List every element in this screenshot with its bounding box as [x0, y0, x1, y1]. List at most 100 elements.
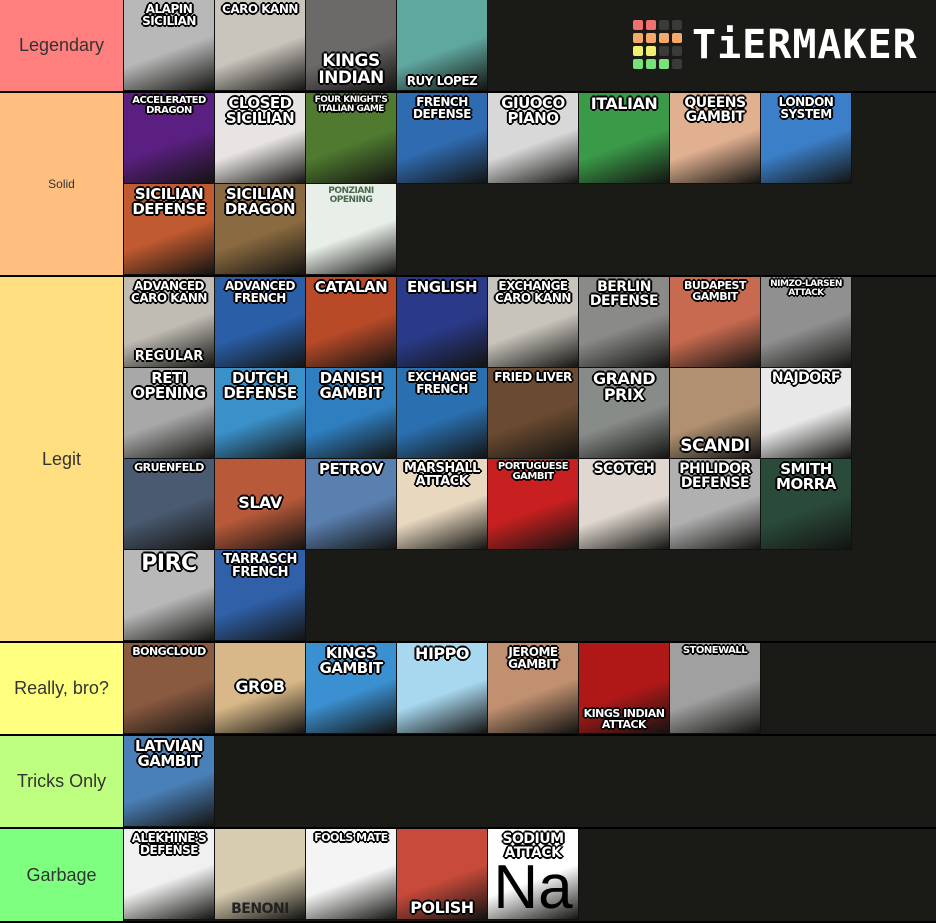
tier-item[interactable]: PHILIDOR DEFENSE [670, 459, 761, 550]
tier-item[interactable]: STONEWALL [670, 643, 761, 734]
tier-label[interactable]: Solid [0, 93, 124, 275]
tier-label[interactable]: Tricks Only [0, 736, 124, 827]
item-caption: SICILIAN DRAGON [224, 185, 296, 218]
tier-item[interactable]: EXCHANGE FRENCH [397, 368, 488, 459]
tier-item[interactable]: ALEKHINE'S DEFENSE [124, 829, 215, 920]
tier-item[interactable]: ADVANCED CARO KANN REGULAR [124, 277, 215, 368]
tier-item[interactable]: QUEENS GAMBIT [670, 93, 761, 184]
item-caption: CATALAN [314, 278, 388, 296]
logo-square [672, 59, 682, 69]
tier-row: Legit ADVANCED CARO KANN REGULAR ADVANCED F… [0, 277, 936, 643]
tier-item[interactable]: SMITH MORRA [761, 459, 852, 550]
logo-grid-icon [633, 20, 682, 69]
item-caption: TARRASCH FRENCH [223, 552, 297, 580]
item-caption: QUEENS GAMBIT [684, 95, 746, 125]
logo-square [659, 33, 669, 43]
tier-item[interactable]: CARO KANN [215, 0, 306, 91]
tier-item[interactable]: SCANDI [670, 368, 761, 459]
item-caption: FOUR KNIGHT'S ITALIAN GAME [314, 95, 388, 114]
tier-item[interactable]: MARSHALL ATTACK [397, 459, 488, 550]
tier-item[interactable]: BONGCLOUD [124, 643, 215, 734]
tier-item[interactable]: GROB [215, 643, 306, 734]
item-caption: PONZIANI OPENING [328, 186, 374, 205]
tier-item[interactable]: SICILIAN DEFENSE [124, 184, 215, 275]
tier-item[interactable]: FRIED LIVER [488, 368, 579, 459]
tier-item[interactable]: HIPPO [397, 643, 488, 734]
item-caption: EXCHANGE FRENCH [407, 370, 477, 396]
logo-square [672, 20, 682, 30]
tier-item[interactable]: TARRASCH FRENCH [215, 550, 306, 641]
item-caption: SMITH MORRA [776, 460, 836, 493]
logo-square [659, 46, 669, 56]
tier-item[interactable]: ITALIAN [579, 93, 670, 184]
tier-item[interactable]: ADVANCED FRENCH [215, 277, 306, 368]
tier-item[interactable]: POLISH [397, 829, 488, 920]
tier-row: Solid ACCELERATED DRAGON CLOSED SICILIAN FO… [0, 93, 936, 277]
tier-item[interactable]: KINGS INDIAN [306, 0, 397, 91]
tier-item[interactable]: GIUOCO PIANO [488, 93, 579, 184]
tier-item[interactable]: BERLIN DEFENSE [579, 277, 670, 368]
tier-item[interactable]: EXCHANGE CARO KANN [488, 277, 579, 368]
tier-label[interactable]: Legit [0, 277, 124, 641]
tier-item[interactable]: CATALAN [306, 277, 397, 368]
item-caption: PHILIDOR DEFENSE [679, 461, 751, 491]
tier-item[interactable]: PETROV [306, 459, 397, 550]
tier-label[interactable]: Garbage [0, 829, 124, 921]
tier-label[interactable]: Really, bro? [0, 643, 124, 734]
tiermaker-logo: TiERMAKER [633, 20, 918, 69]
item-caption: BONGCLOUD [132, 645, 206, 658]
tier-label[interactable]: Legendary [0, 0, 124, 91]
tier-item[interactable]: RETI OPENING [124, 368, 215, 459]
tier-item[interactable]: LATVIAN GAMBIT [124, 736, 215, 827]
tier-list: Legendary ALAPIN SICILIAN CARO KANN KINGS I… [0, 0, 936, 923]
item-caption: PIRC [141, 551, 197, 576]
tier-item[interactable]: RUY LOPEZ [397, 0, 488, 91]
tier-item[interactable]: FOOLS MATE [306, 829, 397, 920]
tier-item[interactable]: BENONI [215, 829, 306, 920]
logo-square [646, 59, 656, 69]
tier-item[interactable]: SODIUM ATTACK Na [488, 829, 579, 920]
tier-items: BONGCLOUD GROB KINGS GAMBIT HIPPO JEROME GAM… [124, 643, 936, 734]
item-caption: ENGLISH [406, 278, 478, 296]
tier-item[interactable]: PORTUGUESE GAMBIT [488, 459, 579, 550]
logo-square [633, 46, 643, 56]
tier-item[interactable]: SLAV [215, 459, 306, 550]
item-caption: JEROME GAMBIT [508, 645, 558, 671]
tier-item[interactable]: DANISH GAMBIT [306, 368, 397, 459]
tier-item[interactable]: KINGS GAMBIT [306, 643, 397, 734]
item-caption: SCOTCH [593, 461, 655, 477]
tier-item[interactable]: JEROME GAMBIT [488, 643, 579, 734]
item-caption: FOOLS MATE [314, 831, 388, 844]
tier-item[interactable]: NIMZO-LARSEN ATTACK [761, 277, 852, 368]
tier-item[interactable]: SCOTCH [579, 459, 670, 550]
tier-item[interactable]: BUDAPEST GAMBIT [670, 277, 761, 368]
tier-item[interactable]: ENGLISH [397, 277, 488, 368]
item-caption: LONDON SYSTEM [778, 95, 834, 121]
tier-item[interactable]: ALAPIN SICILIAN [124, 0, 215, 91]
tier-item[interactable]: KINGS INDIAN ATTACK [579, 643, 670, 734]
tier-item[interactable]: DUTCH DEFENSE [215, 368, 306, 459]
logo-text: TiERMAKER [692, 21, 918, 68]
tier-items: ACCELERATED DRAGON CLOSED SICILIAN FOUR KN… [124, 93, 936, 275]
item-caption: BENONI [231, 901, 289, 917]
tier-item[interactable]: NAJDORF [761, 368, 852, 459]
item-caption: RETI OPENING [132, 369, 206, 402]
tier-item[interactable]: PIRC [124, 550, 215, 641]
tier-item[interactable]: GRAND PRIX [579, 368, 670, 459]
tier-item[interactable]: FRENCH DEFENSE [397, 93, 488, 184]
logo-square [646, 46, 656, 56]
tier-item[interactable]: GRUENFELD [124, 459, 215, 550]
tier-item[interactable]: PONZIANI OPENING [306, 184, 397, 275]
tier-row: Garbage ALEKHINE'S DEFENSE BENONI FOOLS MAT… [0, 829, 936, 923]
tier-item[interactable]: ACCELERATED DRAGON [124, 93, 215, 184]
tier-items: ADVANCED CARO KANN REGULAR ADVANCED FRENCH… [124, 277, 936, 641]
item-caption: MARSHALL ATTACK [404, 461, 480, 489]
tier-item[interactable]: FOUR KNIGHT'S ITALIAN GAME [306, 93, 397, 184]
tier-row: Really, bro? BONGCLOUD GROB KINGS GAMBIT HIP… [0, 643, 936, 736]
tier-item[interactable]: LONDON SYSTEM [761, 93, 852, 184]
item-caption: GROB [235, 677, 285, 696]
item-caption: KINGS GAMBIT [319, 644, 383, 677]
tier-item[interactable]: CLOSED SICILIAN [215, 93, 306, 184]
item-caption: ADVANCED FRENCH [224, 279, 296, 305]
tier-item[interactable]: SICILIAN DRAGON [215, 184, 306, 275]
